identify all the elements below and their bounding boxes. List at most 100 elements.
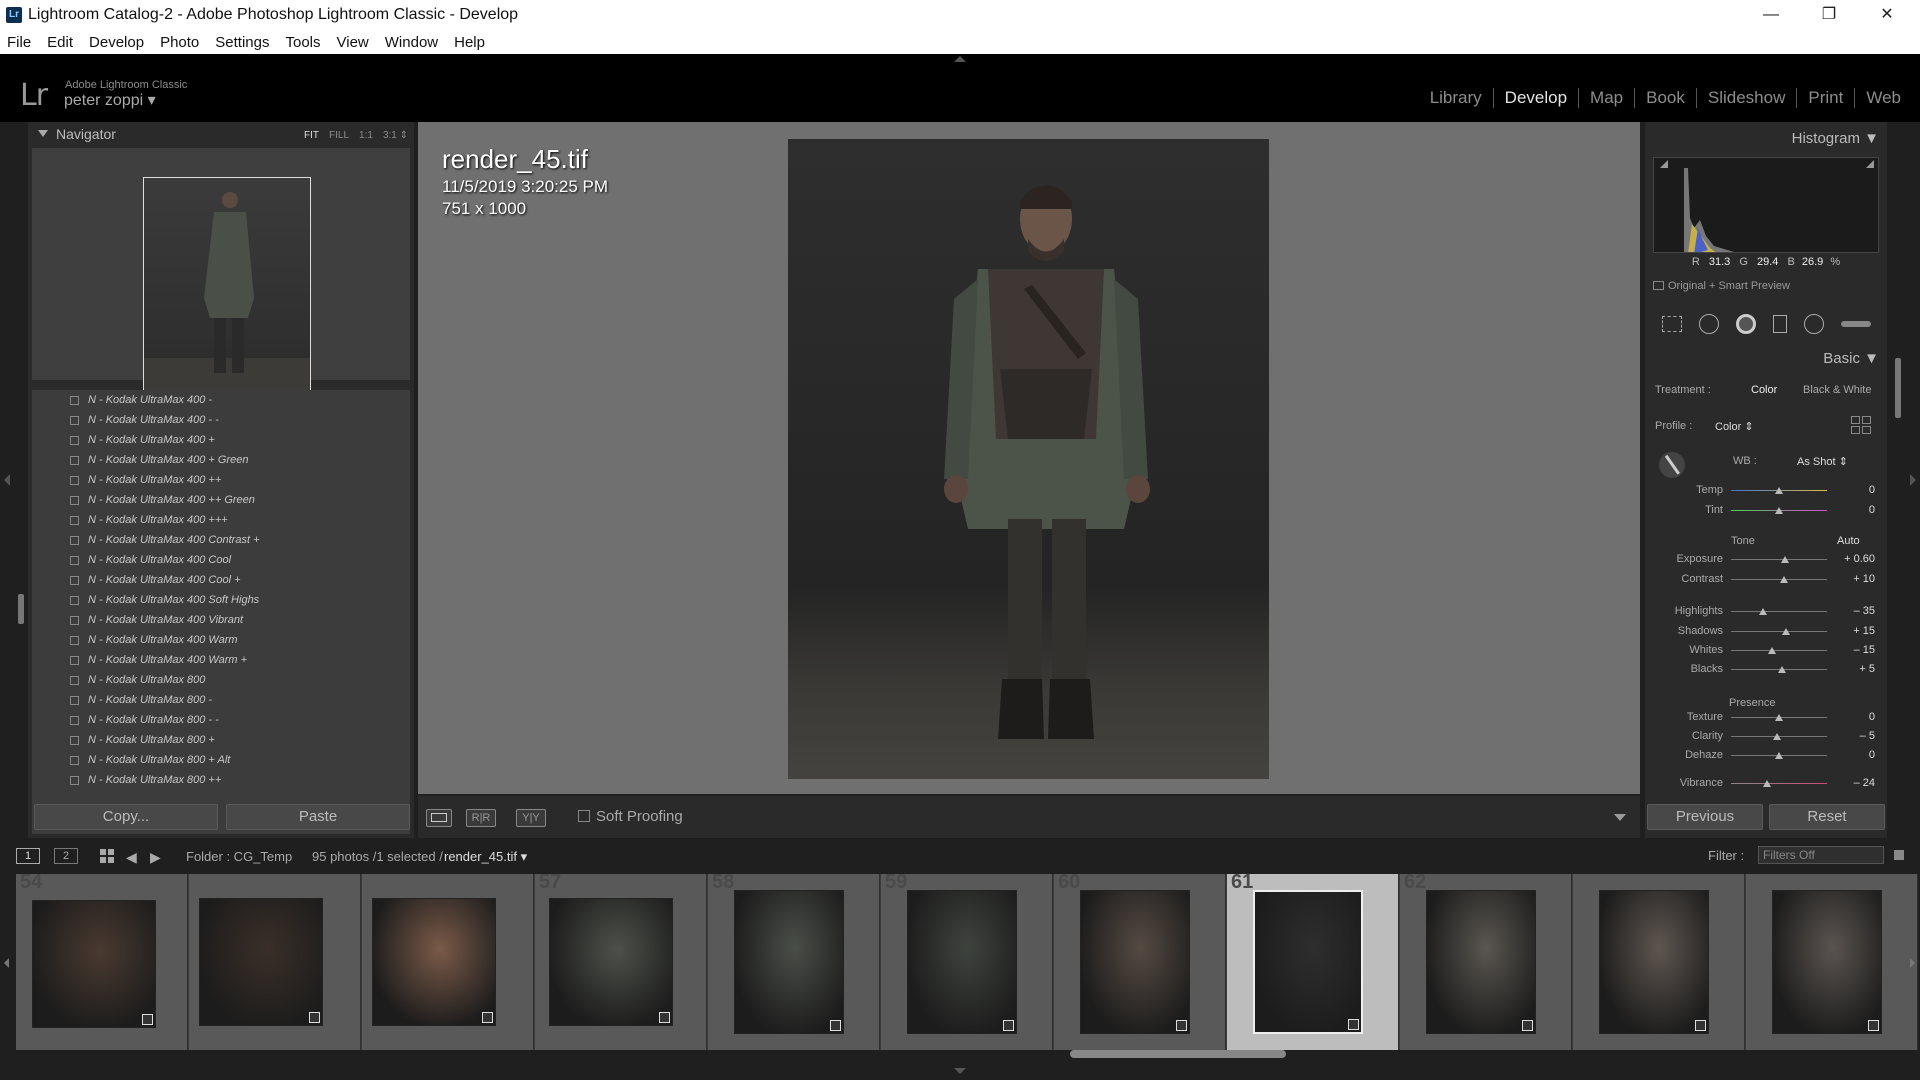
preset-item[interactable]: N - Kodak UltraMax 400 Soft Highs xyxy=(32,590,410,610)
back-arrow-icon[interactable]: ◀ xyxy=(126,849,137,866)
module-print[interactable]: Print xyxy=(1796,88,1854,108)
menu-settings[interactable]: Settings xyxy=(215,34,269,51)
filmstrip-thumbnail[interactable] xyxy=(549,898,673,1026)
top-panel-toggle-icon[interactable] xyxy=(954,56,966,62)
slider-value-vibrance[interactable]: – 24 xyxy=(1854,777,1875,789)
slider-knob-shadows[interactable] xyxy=(1781,628,1790,635)
slider-track-whites[interactable] xyxy=(1731,650,1827,651)
preset-item[interactable]: N - Kodak UltraMax 400 - xyxy=(32,390,410,410)
menu-photo[interactable]: Photo xyxy=(160,34,199,51)
filmstrip-cell[interactable]: 62 xyxy=(1400,871,1572,1050)
preset-item[interactable]: N - Kodak UltraMax 400 + xyxy=(32,430,410,450)
slider-value-whites[interactable]: – 15 xyxy=(1854,644,1875,656)
filmstrip-scroll-right-icon[interactable] xyxy=(1910,958,1915,968)
soft-proofing-checkbox[interactable] xyxy=(578,810,590,822)
slider-value-dehaze[interactable]: 0 xyxy=(1869,749,1875,761)
filter-lock-icon[interactable] xyxy=(1894,850,1904,860)
slider-track-exposure[interactable] xyxy=(1731,559,1827,560)
smart-preview-status[interactable]: Original + Smart Preview xyxy=(1653,280,1790,292)
filmstrip-thumbnail[interactable] xyxy=(1426,890,1536,1034)
menu-help[interactable]: Help xyxy=(454,34,485,51)
reset-button[interactable]: Reset xyxy=(1769,804,1885,830)
filter-select[interactable]: Filters Off xyxy=(1758,846,1884,864)
main-window-button[interactable]: 1 xyxy=(16,848,40,864)
preset-item[interactable]: N - Kodak UltraMax 400 Warm + xyxy=(32,650,410,670)
preset-item[interactable]: N - Kodak UltraMax 400 + Green xyxy=(32,450,410,470)
graduated-filter-icon[interactable] xyxy=(1772,315,1787,333)
preset-item[interactable]: N - Kodak UltraMax 400 Cool + xyxy=(32,570,410,590)
filmstrip-thumbnail[interactable] xyxy=(1772,890,1882,1034)
preset-item[interactable]: N - Kodak UltraMax 800 xyxy=(32,670,410,690)
slider-knob-dehaze[interactable] xyxy=(1775,752,1783,759)
filmstrip-cell[interactable] xyxy=(189,874,361,1050)
preset-item[interactable]: N - Kodak UltraMax 400 Cool xyxy=(32,550,410,570)
slider-knob-whites[interactable] xyxy=(1768,647,1777,654)
crop-tool-icon[interactable] xyxy=(1661,316,1682,332)
current-file[interactable]: render_45.tif ▾ xyxy=(444,849,527,865)
filmstrip-thumbnail[interactable] xyxy=(907,890,1017,1034)
navigator-header[interactable]: Navigator FIT FILL 1:1 3:1 ⇕ xyxy=(28,122,414,146)
slider-value-exposure[interactable]: + 0.60 xyxy=(1844,553,1875,565)
grid-view-icon[interactable] xyxy=(100,849,114,863)
before-after-split-icon[interactable]: Y|Y xyxy=(516,809,546,827)
module-book[interactable]: Book xyxy=(1634,88,1696,108)
filmstrip-thumbnail[interactable] xyxy=(372,898,496,1026)
slider-knob-texture[interactable] xyxy=(1775,714,1783,721)
slider-knob-highlights[interactable] xyxy=(1758,608,1767,615)
slider-track-vibrance[interactable] xyxy=(1731,783,1827,784)
module-web[interactable]: Web xyxy=(1854,88,1912,108)
paste-button[interactable]: Paste xyxy=(226,804,410,830)
wb-select[interactable]: As Shot ⇕ xyxy=(1797,455,1848,468)
left-panel-toggle-icon[interactable] xyxy=(4,474,10,486)
menu-window[interactable]: Window xyxy=(385,34,438,51)
bottom-panel-toggle-icon[interactable] xyxy=(954,1068,966,1074)
collapse-triangle-icon[interactable] xyxy=(38,130,48,137)
filmstrip-cell[interactable]: 60 xyxy=(1054,871,1226,1050)
profile-browser-icon[interactable] xyxy=(1851,416,1871,434)
maximize-button[interactable]: ❐ xyxy=(1804,2,1854,28)
copy-button[interactable]: Copy... xyxy=(34,804,218,830)
filmstrip-cell[interactable]: 61 xyxy=(1227,871,1399,1050)
presets-list[interactable]: N - Kodak UltraMax 400 - N - Kodak UltraM… xyxy=(32,390,410,834)
preset-item[interactable]: N - Kodak UltraMax 400 ++ Green xyxy=(32,490,410,510)
filmstrip-cell[interactable] xyxy=(1746,874,1918,1050)
right-panel-toggle-icon[interactable] xyxy=(1910,474,1916,486)
preset-item[interactable]: N - Kodak UltraMax 400 ++ xyxy=(32,470,410,490)
spot-removal-icon[interactable] xyxy=(1698,314,1719,334)
preset-item[interactable]: N - Kodak UltraMax 800 ++ xyxy=(32,770,410,790)
slider-value-clarity[interactable]: – 5 xyxy=(1860,730,1875,742)
profile-select[interactable]: Color ⇕ xyxy=(1715,420,1754,433)
preset-item[interactable]: N - Kodak UltraMax 400 Vibrant xyxy=(32,610,410,630)
minimize-button[interactable]: — xyxy=(1746,2,1796,28)
slider-track-highlights[interactable] xyxy=(1731,611,1827,612)
preset-item[interactable]: N - Kodak UltraMax 800 - - xyxy=(32,710,410,730)
histogram-display[interactable] xyxy=(1653,157,1879,253)
filmstrip-thumbnail[interactable] xyxy=(32,900,156,1028)
slider-knob-blacks[interactable] xyxy=(1777,666,1786,673)
preset-item[interactable]: N - Kodak UltraMax 400 Contrast + xyxy=(32,530,410,550)
module-slideshow[interactable]: Slideshow xyxy=(1695,88,1797,108)
zoom-fill[interactable]: FILL xyxy=(329,124,349,148)
red-eye-icon[interactable] xyxy=(1735,314,1756,334)
soft-proofing-toggle[interactable]: Soft Proofing xyxy=(578,808,683,825)
forward-arrow-icon[interactable]: ▶ xyxy=(150,849,161,866)
module-develop[interactable]: Develop xyxy=(1492,88,1578,108)
wb-eyedropper-icon[interactable] xyxy=(1653,446,1691,484)
preset-item[interactable]: N - Kodak UltraMax 400 +++ xyxy=(32,510,410,530)
previous-button[interactable]: Previous xyxy=(1647,804,1763,830)
filmstrip-thumbnail[interactable] xyxy=(1599,890,1709,1034)
filmstrip-scrollbar[interactable] xyxy=(1070,1050,1286,1058)
treatment-black-white[interactable]: Black & White xyxy=(1803,384,1871,396)
right-panel-scrollbar[interactable] xyxy=(1895,358,1901,418)
preset-item[interactable]: N - Kodak UltraMax 800 + Alt xyxy=(32,750,410,770)
filmstrip-thumbnail[interactable] xyxy=(199,898,323,1026)
filmstrip-cell[interactable]: 59 xyxy=(881,871,1053,1050)
filmstrip-thumbnail[interactable] xyxy=(1253,890,1363,1034)
zoom-3-1[interactable]: 3:1 ⇕ xyxy=(383,124,408,148)
filmstrip-thumbnail[interactable] xyxy=(734,890,844,1034)
slider-value-contrast[interactable]: + 10 xyxy=(1853,573,1875,585)
basic-header[interactable]: Basic ▼ xyxy=(1823,350,1879,367)
filmstrip-scroll-left-icon[interactable] xyxy=(4,958,9,968)
histogram-header[interactable]: Histogram ▼ xyxy=(1792,130,1879,147)
navigator-thumbnail[interactable] xyxy=(143,177,311,400)
